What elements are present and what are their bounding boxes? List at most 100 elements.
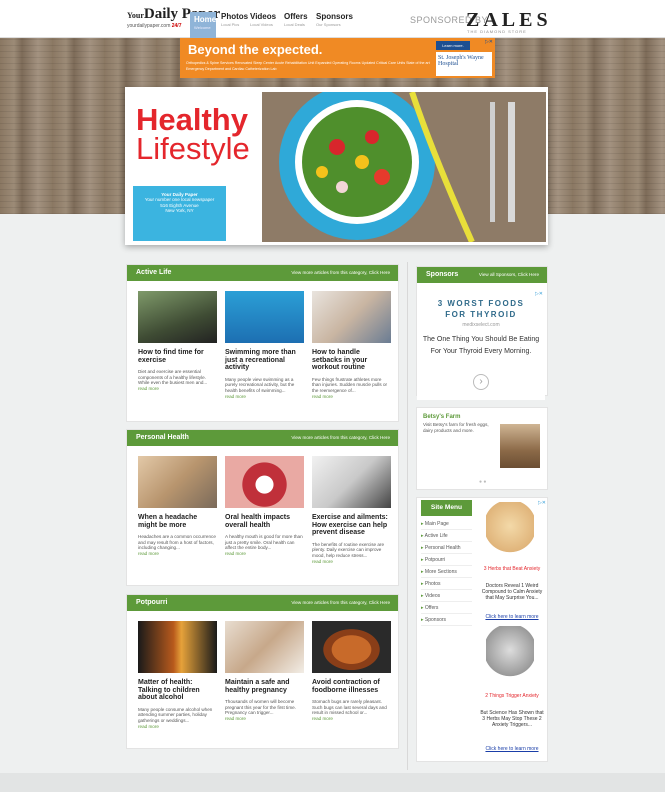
section-personal-health: Personal Health View more articles from t… <box>126 429 399 586</box>
section-title: Potpourri <box>136 599 168 606</box>
section-more-link[interactable]: View more articles from this category, C… <box>291 430 390 446</box>
article-card[interactable]: When a headache might be more Headaches … <box>138 456 217 556</box>
nav-home-sub: Welcome <box>194 25 211 30</box>
article-title[interactable]: Maintain a safe and healthy pregnancy <box>225 679 304 694</box>
menu-item-videos[interactable]: Videos <box>421 590 472 602</box>
article-image[interactable] <box>312 621 391 673</box>
carousel-dots[interactable]: ● ● <box>479 479 486 485</box>
thyroid-ad[interactable]: ▷✕ 3 WORST FOODS FOR THYROID medixselect.… <box>417 290 545 400</box>
article-card[interactable]: How to handle setbacks in your workout r… <box>312 291 391 399</box>
column-divider <box>407 262 408 770</box>
article-card[interactable]: Oral health impacts overall health A hea… <box>225 456 304 556</box>
article-title[interactable]: When a headache might be more <box>138 514 217 529</box>
read-more-link[interactable]: read more <box>225 551 304 556</box>
nav-photos[interactable]: Photos Local Pics <box>221 12 248 38</box>
banner-learn-more-button[interactable]: Learn more. <box>436 41 470 50</box>
article-excerpt: Few things frustrate athletes more than … <box>312 376 388 393</box>
nav-offers-label: Offers <box>284 12 308 21</box>
ad-choices-icon[interactable]: ▷✕ <box>535 291 543 297</box>
article-image[interactable] <box>312 291 391 343</box>
section-active-life: Active Life View more articles from this … <box>126 264 399 422</box>
read-more-link[interactable]: read more <box>225 716 304 721</box>
article-image[interactable] <box>225 621 304 673</box>
site-menu-title: Site Menu <box>421 500 472 516</box>
article-title[interactable]: Swimming more than just a recreational a… <box>225 349 304 372</box>
section-potpourri: Potpourri View more articles from this ca… <box>126 594 399 749</box>
read-more-link[interactable]: read more <box>138 551 217 556</box>
article-title[interactable]: Matter of health: Talking to children ab… <box>138 679 217 702</box>
article-title[interactable]: How to find time for exercise <box>138 349 217 364</box>
banner-ad[interactable]: Beyond the expected. Orthopedics & Spine… <box>180 38 495 78</box>
ad-url: medixselect.com <box>462 322 500 328</box>
site-logo[interactable]: YourDaily Paper yourdailypaper.com 24/7 <box>127 7 220 30</box>
ad-choices-icon[interactable]: ▷✕ <box>538 500 546 506</box>
article-title[interactable]: Avoid contraction of foodborne illnesses <box>312 679 391 694</box>
hero-title-line1: Healthy <box>136 102 248 137</box>
sponsors-header: Sponsors View all Sponsors, Click Here <box>417 267 547 283</box>
ad-link-1[interactable]: Click here to learn more <box>480 614 544 620</box>
section-more-link[interactable]: View more articles from this category, C… <box>291 265 390 281</box>
read-more-link[interactable]: read more <box>138 724 217 729</box>
article-excerpt: The benefits of routine exercise are ple… <box>312 541 385 558</box>
article-title[interactable]: How to handle setbacks in your workout r… <box>312 349 391 372</box>
ad-body-1: Doctors Reveal 1 Weird Compound to Calm … <box>481 583 543 601</box>
read-more-link[interactable]: read more <box>138 386 217 391</box>
article-image[interactable] <box>138 456 217 508</box>
nav-home[interactable]: Home Welcome <box>190 12 216 38</box>
article-card[interactable]: Matter of health: Talking to children ab… <box>138 621 217 729</box>
nav-videos[interactable]: Videos Local Videos <box>250 12 276 38</box>
menu-item-offers[interactable]: Offers <box>421 602 472 614</box>
article-excerpt: Diet and exercise are essential componen… <box>138 369 208 386</box>
article-card[interactable]: Avoid contraction of foodborne illnesses… <box>312 621 391 721</box>
menu-item-photos[interactable]: Photos <box>421 578 472 590</box>
article-card[interactable]: How to find time for exercise Diet and e… <box>138 291 217 391</box>
article-card[interactable]: Swimming more than just a recreational a… <box>225 291 304 399</box>
menu-item-sponsors[interactable]: Sponsors <box>421 614 472 626</box>
sponsors-title: Sponsors <box>426 271 459 278</box>
article-excerpt: Thousands of women will become pregnant … <box>225 699 296 716</box>
article-card[interactable]: Maintain a safe and healthy pregnancy Th… <box>225 621 304 721</box>
menu-item-personal-health[interactable]: Personal Health <box>421 542 472 554</box>
anxiety-ad[interactable]: ▷✕ 3 Herbs that Beat Anxiety Doctors Rev… <box>478 500 546 758</box>
section-header: Active Life View more articles from this … <box>127 265 398 281</box>
ad-link-2[interactable]: Click here to learn more <box>480 746 544 752</box>
farm-sponsor-card[interactable]: Betsy's Farm Visit Betsy's farm for fres… <box>416 407 548 490</box>
menu-item-main-page[interactable]: Main Page <box>421 518 472 530</box>
hero-info-box: Your Daily Paper Your number one local n… <box>133 186 226 241</box>
article-image[interactable] <box>225 456 304 508</box>
article-image[interactable] <box>138 291 217 343</box>
logo-url: yourdailypaper.com <box>127 23 171 29</box>
read-more-link[interactable]: read more <box>225 394 304 399</box>
article-title[interactable]: Exercise and ailments: How exercise can … <box>312 514 391 537</box>
read-more-link[interactable]: read more <box>312 559 391 564</box>
nav-offers[interactable]: Offers Local Deals <box>284 12 308 38</box>
footer-bar <box>0 773 665 792</box>
chevron-right-icon[interactable]: › <box>473 374 489 390</box>
read-more-link[interactable]: read more <box>312 394 391 399</box>
nav-sponsors[interactable]: Sponsors Our Sponsors <box>316 12 353 38</box>
section-header: Potpourri View more articles from this ca… <box>127 595 398 611</box>
article-image[interactable] <box>312 456 391 508</box>
nav-home-label: Home <box>194 15 217 24</box>
nav-photos-label: Photos <box>221 12 249 21</box>
read-more-link[interactable]: read more <box>312 716 391 721</box>
article-card[interactable]: Exercise and ailments: How exercise can … <box>312 456 391 564</box>
ad-choices-icon[interactable]: ▷✕ <box>485 39 493 45</box>
banner-hospital-logo: St. Joseph's Wayne Hospital <box>436 52 492 76</box>
section-more-link[interactable]: View more articles from this category, C… <box>291 595 390 611</box>
article-title[interactable]: Oral health impacts overall health <box>225 514 304 529</box>
menu-item-active-life[interactable]: Active Life <box>421 530 472 542</box>
ad-red-headline-1[interactable]: 3 Herbs that Beat Anxiety <box>480 566 544 572</box>
phrenology-head-image <box>486 502 534 562</box>
sponsors-more-link[interactable]: View all Sponsors, Click Here <box>479 267 539 283</box>
hero-title-line2: Lifestyle <box>136 131 250 166</box>
section-header: Personal Health View more articles from t… <box>127 430 398 446</box>
menu-item-potpourri[interactable]: Potpourri <box>421 554 472 566</box>
menu-item-more-sections[interactable]: More Sections <box>421 566 472 578</box>
ad-heading-line1: 3 WORST FOODS <box>437 299 525 308</box>
ad-red-headline-2[interactable]: 2 Things Trigger Anxiety <box>480 693 544 699</box>
farm-image <box>500 424 540 468</box>
article-image[interactable] <box>225 291 304 343</box>
article-image[interactable] <box>138 621 217 673</box>
farm-title[interactable]: Betsy's Farm <box>423 414 460 420</box>
